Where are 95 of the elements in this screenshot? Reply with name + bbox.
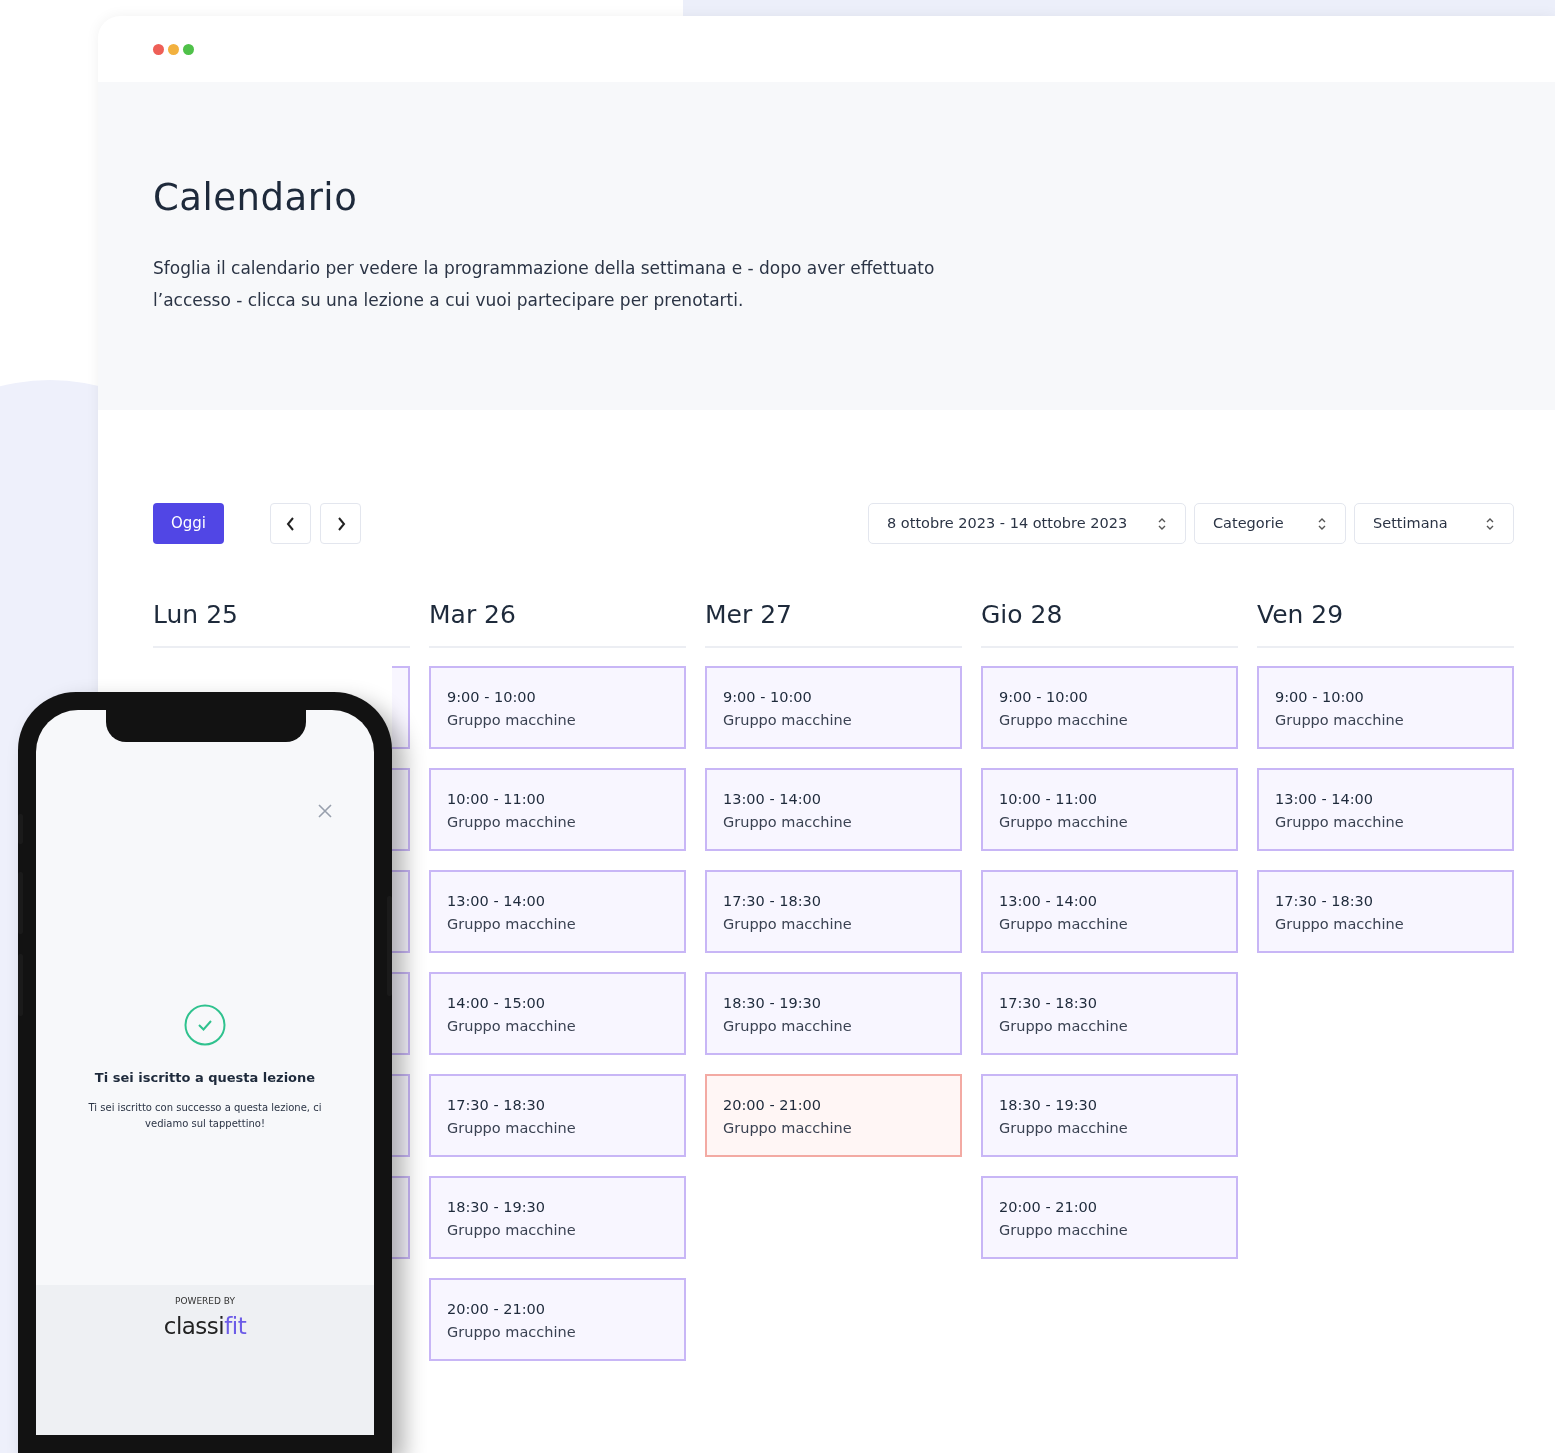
event-card[interactable]: 17:30 - 18:30 Gruppo macchine	[981, 972, 1238, 1055]
sort-arrows-icon	[1485, 516, 1495, 531]
event-card[interactable]: 14:00 - 15:00 Gruppo macchine	[429, 972, 686, 1055]
event-card[interactable]: 13:00 - 14:00 Gruppo macchine	[1257, 768, 1514, 851]
event-title: Gruppo macchine	[1275, 813, 1405, 832]
window-control-dot[interactable]	[168, 43, 179, 55]
event-title: Gruppo macchine	[999, 711, 1129, 730]
page-title: Calendario	[153, 176, 359, 221]
check-circle-icon	[184, 1004, 226, 1046]
event-time: 9:00 - 10:00	[999, 688, 1089, 707]
classifit-logo: classifit	[163, 1311, 247, 1341]
event-card[interactable]: 18:30 - 19:30 Gruppo macchine	[429, 1176, 686, 1259]
event-card[interactable]: 10:00 - 11:00 Gruppo macchine	[981, 768, 1238, 851]
event-time: 17:30 - 18:30	[1275, 892, 1375, 911]
event-card[interactable]: 20:00 - 21:00 Gruppo macchine	[705, 1074, 962, 1157]
event-title: Gruppo macchine	[723, 711, 853, 730]
event-card[interactable]: 17:30 - 18:30 Gruppo macchine	[1257, 870, 1514, 953]
event-time: 9:00 - 10:00	[723, 688, 813, 707]
event-title: Gruppo macchine	[723, 1119, 853, 1138]
sort-arrows-icon	[1157, 516, 1167, 531]
event-time: 17:30 - 18:30	[999, 994, 1099, 1013]
event-time: 9:00 - 10:00	[447, 688, 537, 707]
event-card[interactable]: 13:00 - 14:00 Gruppo macchine	[705, 768, 962, 851]
window-control-dot[interactable]	[153, 43, 164, 55]
dropdown-select[interactable]: 8 ottobre 2023 - 14 ottobre 2023	[868, 503, 1186, 544]
sort-arrows-icon	[1317, 516, 1327, 531]
event-card[interactable]	[392, 666, 410, 749]
day-heading: Mer 27	[705, 600, 962, 648]
chevron-left-icon	[284, 515, 297, 532]
dropdown-select[interactable]: Categorie	[1194, 503, 1346, 544]
event-time: 20:00 - 21:00	[447, 1300, 547, 1319]
event-title: Gruppo macchine	[447, 915, 577, 934]
event-card[interactable]: 9:00 - 10:00 Gruppo macchine	[705, 666, 962, 749]
event-card[interactable]: 17:30 - 18:30 Gruppo macchine	[429, 1074, 686, 1157]
event-title: Gruppo macchine	[447, 1221, 577, 1240]
event-title: Gruppo macchine	[447, 1323, 577, 1342]
event-title: Gruppo macchine	[723, 813, 853, 832]
event-time: 20:00 - 21:00	[999, 1198, 1099, 1217]
event-time: 18:30 - 19:30	[447, 1198, 547, 1217]
event-title: Gruppo macchine	[1275, 711, 1405, 730]
previous-button[interactable]	[270, 503, 311, 544]
event-title: Gruppo macchine	[999, 813, 1129, 832]
day-heading: Gio 28	[981, 600, 1238, 648]
event-card[interactable]	[392, 768, 410, 851]
day-heading: Lun 25	[153, 600, 410, 648]
day-heading: Mar 26	[429, 600, 686, 648]
event-time: 20:00 - 21:00	[723, 1096, 823, 1115]
event-time: 18:30 - 19:30	[723, 994, 823, 1013]
event-title: Gruppo macchine	[999, 1221, 1129, 1240]
event-time: 13:00 - 14:00	[999, 892, 1099, 911]
event-card[interactable]: 18:30 - 19:30 Gruppo macchine	[705, 972, 962, 1055]
event-title: Gruppo macchine	[447, 813, 577, 832]
event-title: Gruppo macchine	[999, 915, 1129, 934]
success-title: Ti sei iscritto a questa lezione	[94, 1069, 316, 1087]
next-button[interactable]	[320, 503, 361, 544]
event-title: Gruppo macchine	[723, 1017, 853, 1036]
event-card[interactable]: 13:00 - 14:00 Gruppo macchine	[429, 870, 686, 953]
event-time: 9:00 - 10:00	[1275, 688, 1365, 707]
event-time: 10:00 - 11:00	[999, 790, 1099, 809]
event-card[interactable]: 9:00 - 10:00 Gruppo macchine	[981, 666, 1238, 749]
event-time: 14:00 - 15:00	[447, 994, 547, 1013]
event-card[interactable]	[392, 1176, 410, 1259]
event-time: 10:00 - 11:00	[447, 790, 547, 809]
event-card[interactable]: 9:00 - 10:00 Gruppo macchine	[429, 666, 686, 749]
powered-by-label: POWERED BY	[175, 1295, 235, 1308]
event-card[interactable]: 10:00 - 11:00 Gruppo macchine	[429, 768, 686, 851]
event-time: 13:00 - 14:00	[1275, 790, 1375, 809]
event-time: 13:00 - 14:00	[447, 892, 547, 911]
event-card[interactable]: 18:30 - 19:30 Gruppo macchine	[981, 1074, 1238, 1157]
event-card[interactable]: 17:30 - 18:30 Gruppo macchine	[705, 870, 962, 953]
event-title: Gruppo macchine	[723, 915, 853, 934]
event-title: Gruppo macchine	[447, 1119, 577, 1138]
window-control-dot[interactable]	[183, 43, 194, 55]
event-card[interactable]: 20:00 - 21:00 Gruppo macchine	[981, 1176, 1238, 1259]
dropdown-select[interactable]: Settimana	[1354, 503, 1514, 544]
event-card[interactable]: 20:00 - 21:00 Gruppo macchine	[429, 1278, 686, 1361]
event-title: Gruppo macchine	[447, 1017, 577, 1036]
event-title: Gruppo macchine	[999, 1119, 1129, 1138]
today-button[interactable]: Oggi	[153, 503, 224, 544]
event-title: Gruppo macchine	[1275, 915, 1405, 934]
close-icon[interactable]	[318, 804, 332, 818]
event-card[interactable]: 13:00 - 14:00 Gruppo macchine	[981, 870, 1238, 953]
event-time: 17:30 - 18:30	[447, 1096, 547, 1115]
event-time: 17:30 - 18:30	[723, 892, 823, 911]
page-description: Sfoglia il calendario per vedere la programmazione della settimana e - dopo aver effettuato l’accesso - clicca su una lezione a cui vuoi partecipare per prenotarti.	[153, 257, 936, 313]
event-card[interactable]	[392, 870, 410, 953]
event-card[interactable]: 9:00 - 10:00 Gruppo macchine	[1257, 666, 1514, 749]
event-card[interactable]	[392, 972, 410, 1055]
event-title: Gruppo macchine	[447, 711, 577, 730]
event-time: 18:30 - 19:30	[999, 1096, 1099, 1115]
day-heading: Ven 29	[1257, 600, 1514, 648]
event-title: Gruppo macchine	[999, 1017, 1129, 1036]
event-card[interactable]	[392, 1074, 410, 1157]
event-time: 13:00 - 14:00	[723, 790, 823, 809]
success-message: Ti sei iscritto con successo a questa lezione, ci vediamo sul tappettino!	[87, 1100, 323, 1131]
